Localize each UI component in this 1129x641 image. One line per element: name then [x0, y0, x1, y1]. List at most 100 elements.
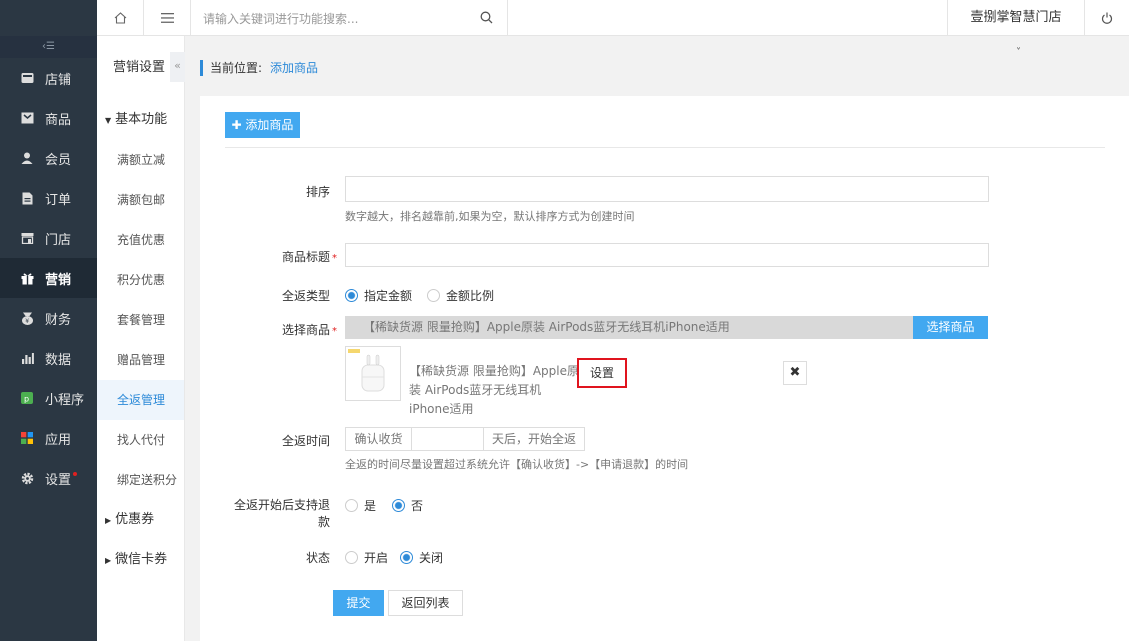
search-icon[interactable] [480, 11, 493, 24]
sidebar-item-label: 订单 [45, 192, 72, 208]
breadcrumb: 当前位置: 添加商品 [200, 60, 318, 76]
subnav-group-basic[interactable]: ▼ 基本功能 [97, 100, 184, 140]
sidebar-item-member[interactable]: 会员 [0, 138, 97, 178]
remove-goods-button[interactable]: ✖ [783, 361, 807, 385]
type-radio-ratio[interactable]: 金额比例 [427, 287, 494, 304]
time-prefix-addon: 确认收货 [345, 427, 412, 451]
subnav-group-coupon[interactable]: ▶ 优惠券 [97, 500, 184, 540]
sidebar-item-label: 设置 [45, 472, 72, 488]
radio-checked-icon [392, 499, 405, 512]
goods-thumbnail [345, 346, 401, 401]
time-days-input[interactable] [411, 427, 484, 451]
radio-label: 关闭 [419, 551, 444, 565]
sidebar-item-miniapp[interactable]: p 小程序 [0, 378, 97, 418]
notification-dot [73, 472, 78, 476]
svg-text:p: p [24, 395, 29, 404]
subnav-group-label: 基本功能 [115, 112, 168, 127]
sidebar-item-label: 数据 [45, 352, 72, 368]
sidebar-item-store[interactable]: 店铺 [0, 58, 97, 98]
selected-goods-field: 【稀缺货源 限量抢购】Apple原装 AirPods蓝牙无线耳机iPhone适用 [345, 316, 913, 339]
submit-button[interactable]: 提交 [333, 590, 384, 616]
type-radio-amount[interactable]: 指定金额 [345, 287, 412, 304]
back-to-list-button[interactable]: 返回列表 [388, 590, 463, 616]
sort-help: 数字越大，排名越靠前,如果为空，默认排序方式为创建时间 [345, 210, 635, 223]
divider [225, 147, 1105, 148]
status-radio-off[interactable]: 关闭 [400, 549, 443, 566]
main-sidebar: ‹☰ 店铺 商品 会员 订单 门店 营销 ¥ 财务 数据 p 小程序 应用 设置 [0, 0, 97, 641]
refund-radio-yes[interactable]: 是 [345, 497, 376, 514]
sidebar-item-goods[interactable]: 商品 [0, 98, 97, 138]
sort-label: 排序 [305, 185, 330, 199]
chevron-down-icon[interactable]: ˅ [1016, 47, 1021, 58]
set-button[interactable]: 设置 [577, 358, 627, 388]
subnav-item[interactable]: 充值优惠 [97, 220, 184, 260]
goods-icon [20, 111, 34, 125]
sidebar-item-finance[interactable]: ¥ 财务 [0, 298, 97, 338]
subnav-item[interactable]: 积分优惠 [97, 260, 184, 300]
apps-icon [20, 431, 34, 445]
status-radio-on[interactable]: 开启 [345, 549, 388, 566]
plus-icon: ✚ [231, 118, 246, 132]
subnav-item[interactable]: 满额包邮 [97, 180, 184, 220]
sidebar-item-label: 小程序 [45, 392, 85, 408]
miniapp-icon: p [20, 391, 34, 405]
add-goods-button[interactable]: ✚ 添加商品 [225, 112, 300, 138]
radio-unchecked-icon [345, 499, 358, 512]
radio-checked-icon [345, 289, 358, 302]
subnav-item-active[interactable]: 全返管理 [97, 380, 184, 420]
power-icon [1101, 12, 1113, 24]
sort-input[interactable] [345, 176, 989, 202]
sidebar-item-label: 应用 [45, 432, 72, 448]
sidebar-item-order[interactable]: 订单 [0, 178, 97, 218]
select-goods-button[interactable]: 选择商品 [913, 316, 988, 339]
subnav-item[interactable]: 满额立减 [97, 140, 184, 180]
subnav-item[interactable]: 赠品管理 [97, 340, 184, 380]
title-input[interactable] [345, 243, 989, 267]
refund-radio-no[interactable]: 否 [392, 497, 423, 514]
radio-label: 金额比例 [446, 289, 495, 303]
sidebar-item-data[interactable]: 数据 [0, 338, 97, 378]
radio-unchecked-icon [427, 289, 440, 302]
form-panel: ✚ 添加商品 排序 数字越大，排名越靠前,如果为空，默认排序方式为创建时间 商品… [200, 96, 1129, 641]
sidebar-item-label: 门店 [45, 232, 72, 248]
sidebar-item-apps[interactable]: 应用 [0, 418, 97, 458]
search-input[interactable]: 请输入关键词进行功能搜索... [191, 0, 508, 36]
sidebar-item-settings[interactable]: 设置 [0, 458, 97, 498]
shop-icon [20, 231, 34, 245]
logout-button[interactable] [1085, 0, 1129, 36]
required-mark: * [332, 326, 337, 337]
home-icon [114, 12, 126, 24]
goods-label: 选择商品 * [240, 321, 337, 338]
menu-button[interactable] [144, 0, 191, 36]
sidebar-item-marketing[interactable]: 营销 [0, 258, 97, 298]
chart-icon [20, 351, 34, 365]
sidebar-item-label: 商品 [45, 112, 72, 128]
finance-icon: ¥ [20, 311, 34, 325]
sidebar-toggle[interactable]: ‹☰ [0, 36, 97, 58]
sidebar-item-label: 营销 [45, 272, 72, 288]
collapse-subnav-button[interactable]: « [170, 52, 185, 82]
logo-area [0, 0, 97, 36]
time-label: 全返时间 [281, 434, 330, 448]
required-mark: * [332, 253, 337, 264]
close-icon: ✖ [789, 365, 801, 380]
add-goods-label: 添加商品 [245, 118, 294, 132]
store-name[interactable]: 壹捌掌智慧门店 [947, 0, 1085, 36]
radio-label: 指定金额 [364, 289, 413, 303]
subnav-group-wechat[interactable]: ▶ 微信卡券 [97, 540, 184, 580]
airpods-image [348, 349, 385, 392]
caret-down-icon: ▼ [105, 116, 112, 125]
breadcrumb-current[interactable]: 添加商品 [270, 61, 318, 75]
menu-icon [160, 13, 174, 23]
radio-label: 是 [364, 499, 377, 513]
subnav-item[interactable]: 找人代付 [97, 420, 184, 460]
caret-right-icon: ▶ [105, 516, 112, 525]
caret-right-icon: ▶ [105, 556, 112, 565]
status-label: 状态 [305, 551, 330, 565]
sidebar-item-shop[interactable]: 门店 [0, 218, 97, 258]
subnav-item[interactable]: 套餐管理 [97, 300, 184, 340]
subnav-item[interactable]: 绑定送积分 [97, 460, 184, 500]
home-button[interactable] [97, 0, 144, 36]
refund-label: 全返开始后支持退款 [233, 498, 330, 529]
radio-unchecked-icon [345, 551, 358, 564]
